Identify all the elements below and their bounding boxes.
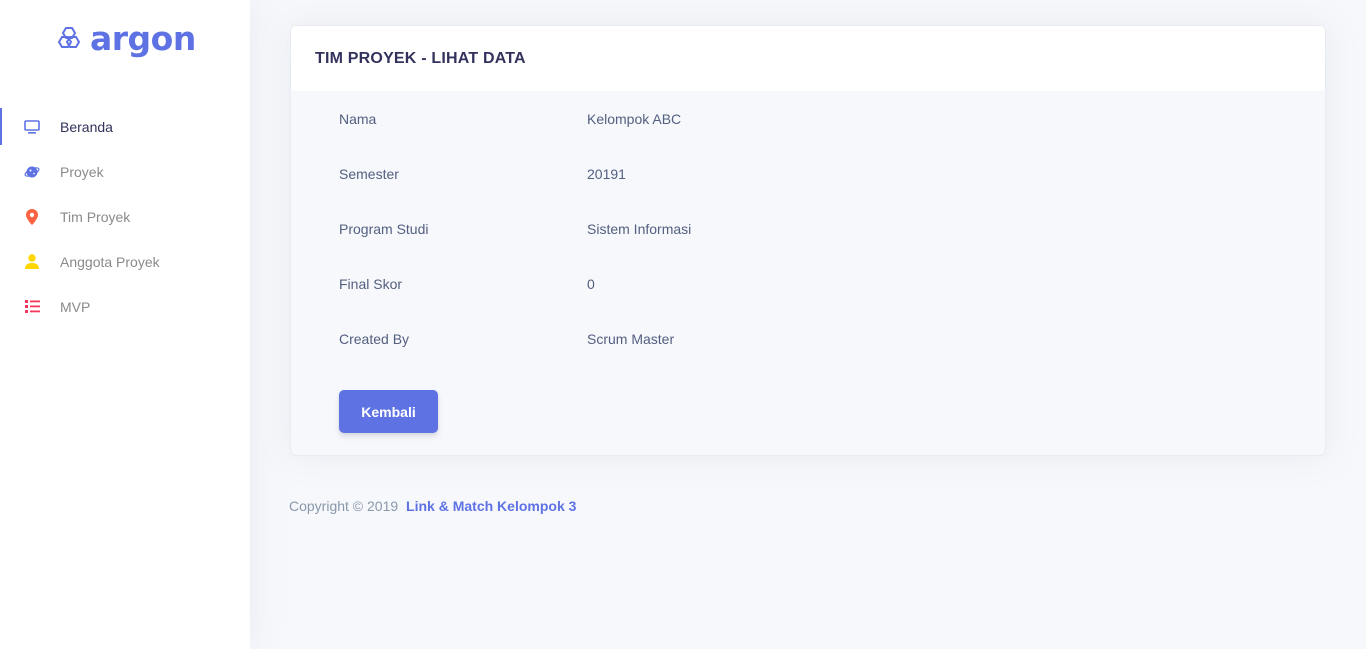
detail-row-final-skor: Final Skor 0 <box>339 256 1325 311</box>
sidebar-nav: Beranda Proyek Tim Proyek Anggota Proyek… <box>0 104 250 329</box>
sidebar-item-label: MVP <box>60 298 91 315</box>
row-value: Kelompok ABC <box>587 110 682 127</box>
card-body: Nama Kelompok ABC Semester 20191 Program… <box>291 91 1325 433</box>
row-value: 20191 <box>587 165 626 182</box>
detail-card: TIM PROYEK - LIHAT DATA Nama Kelompok AB… <box>290 25 1326 456</box>
sidebar-item-anggota-proyek[interactable]: Anggota Proyek <box>0 239 250 284</box>
sidebar: argon Beranda Proyek Tim Proyek Anggota … <box>0 0 250 649</box>
sidebar-item-tim-proyek[interactable]: Tim Proyek <box>0 194 250 239</box>
detail-row-program-studi: Program Studi Sistem Informasi <box>339 201 1325 256</box>
card-title: TIM PROYEK - LIHAT DATA <box>315 49 526 67</box>
planet-icon <box>24 164 40 180</box>
sidebar-item-label: Anggota Proyek <box>60 253 160 270</box>
brand-name: argon <box>90 18 196 58</box>
row-value: 0 <box>587 275 595 292</box>
detail-row-created-by: Created By Scrum Master <box>339 311 1325 366</box>
sidebar-item-proyek[interactable]: Proyek <box>0 149 250 194</box>
row-label: Created By <box>339 330 410 347</box>
pin-icon <box>24 208 40 225</box>
copyright-text: Copyright © 2019 <box>289 498 399 514</box>
row-label: Semester <box>339 165 399 182</box>
list-icon <box>24 299 40 315</box>
detail-row-semester: Semester 20191 <box>339 146 1325 201</box>
sidebar-item-label: Beranda <box>60 118 113 135</box>
row-label: Program Studi <box>339 220 429 237</box>
row-label: Nama <box>339 110 377 127</box>
sidebar-item-label: Tim Proyek <box>60 208 131 225</box>
back-button[interactable]: Kembali <box>339 390 438 433</box>
sidebar-item-mvp[interactable]: MVP <box>0 284 250 329</box>
footer: Copyright © 2019 Link & Match Kelompok 3 <box>289 498 576 514</box>
detail-row-nama: Nama Kelompok ABC <box>339 91 1325 146</box>
hexagon-logo-icon <box>57 27 81 48</box>
row-value: Sistem Informasi <box>587 220 692 237</box>
card-header: TIM PROYEK - LIHAT DATA <box>291 26 1325 91</box>
row-value: Scrum Master <box>587 330 675 347</box>
user-icon <box>24 254 40 270</box>
row-label: Final Skor <box>339 275 403 292</box>
footer-link[interactable]: Link & Match Kelompok 3 <box>406 498 576 514</box>
monitor-icon <box>24 119 40 135</box>
brand-logo[interactable]: argon <box>56 16 196 60</box>
sidebar-item-beranda[interactable]: Beranda <box>0 104 250 149</box>
sidebar-item-label: Proyek <box>60 163 104 180</box>
